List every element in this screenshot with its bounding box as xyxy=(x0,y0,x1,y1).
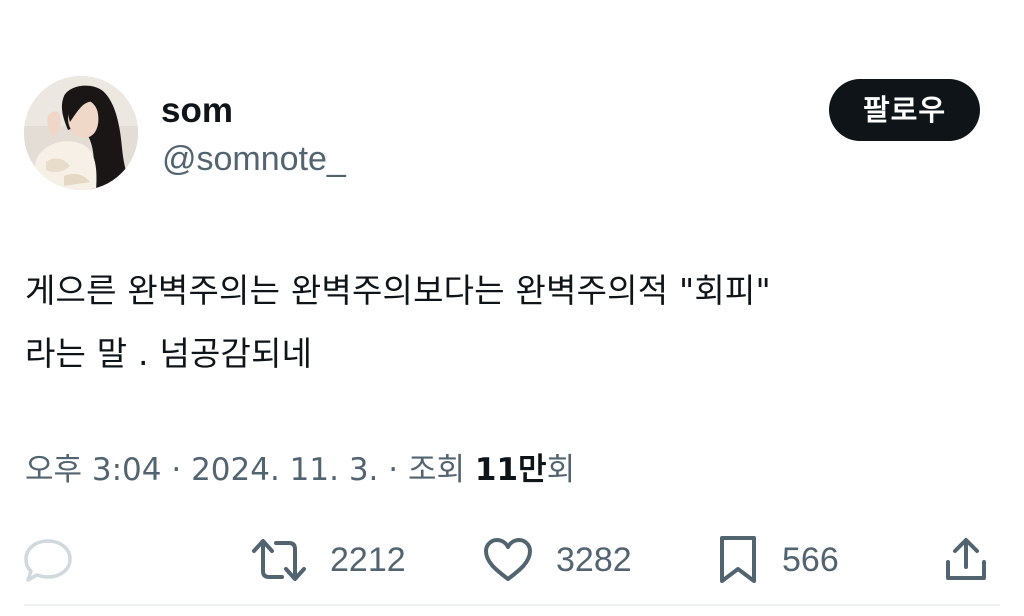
post-text: 게으른 완벽주의는 완벽주의보다는 완벽주의적 "회피" 라는 말 . 넘공감되… xyxy=(25,259,1005,385)
bookmark-button[interactable]: 566 xyxy=(716,528,839,592)
retweet-count: 2212 xyxy=(330,540,406,579)
share-upload-icon xyxy=(946,538,986,580)
meta-separator: · xyxy=(161,452,192,488)
top-nav-bar xyxy=(0,0,1024,10)
share-button[interactable] xyxy=(942,528,990,592)
bookmark-count: 566 xyxy=(782,540,839,579)
like-count: 3282 xyxy=(556,540,632,579)
divider xyxy=(24,604,1000,606)
post-text-line: 게으른 완벽주의는 완벽주의보다는 완벽주의적 "회피" xyxy=(25,271,771,310)
post-text-line: 라는 말 . 넘공감되네 xyxy=(25,334,313,373)
post-time[interactable]: 오후 3:04 xyxy=(25,452,162,488)
post-meta: 오후 3:04 · 2024. 11. 3. · 조회 11만회 xyxy=(25,448,575,492)
like-button[interactable]: 3282 xyxy=(482,528,632,592)
action-bar: 2212 3282 566 xyxy=(0,528,1024,592)
speech-bubble-icon xyxy=(24,539,72,582)
meta-separator: · xyxy=(378,452,408,488)
views-suffix: 회 xyxy=(546,452,576,488)
post-date[interactable]: 2024. 11. 3. xyxy=(191,452,378,488)
avatar-image xyxy=(24,76,138,190)
retweet-icon xyxy=(252,539,306,581)
heart-icon xyxy=(484,538,532,581)
retweet-button[interactable]: 2212 xyxy=(250,528,406,592)
author-display-name[interactable]: som xyxy=(161,90,233,132)
views-label: 조회 xyxy=(407,452,475,488)
reply-button[interactable] xyxy=(22,528,74,592)
author-handle[interactable]: @somnote_ xyxy=(162,138,346,180)
bookmark-icon xyxy=(720,536,756,583)
follow-button[interactable]: 팔로우 xyxy=(829,79,980,141)
views-count: 11만 xyxy=(474,452,547,488)
avatar[interactable] xyxy=(24,76,138,190)
